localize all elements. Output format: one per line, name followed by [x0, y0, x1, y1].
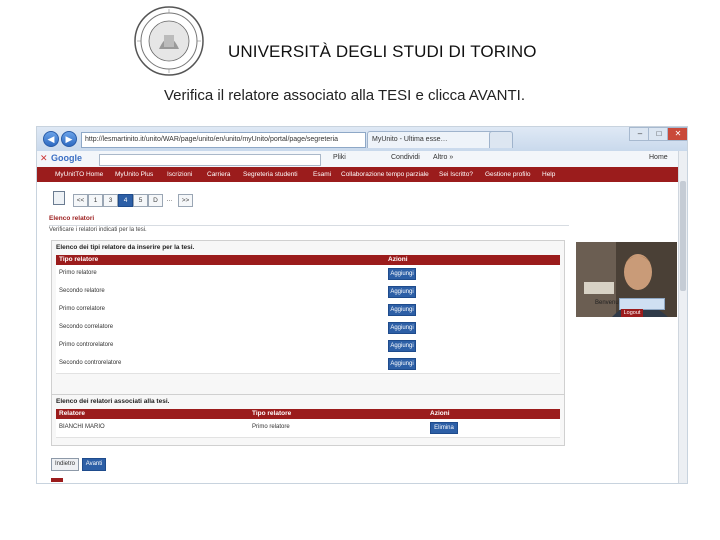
nav-item-collaborazione[interactable]: Collaborazione tempo parziale [341, 167, 429, 182]
tipo-relatore: Primo controrelatore [59, 342, 114, 348]
add-button[interactable]: Aggiungi [388, 322, 416, 334]
table-header: Relatore Tipo relatore Azioni [56, 409, 560, 419]
table-row: Primo relatore Aggiungi [56, 265, 560, 284]
tipo-relatore: Primo correlatore [59, 306, 106, 312]
delete-button[interactable]: Elimina [430, 422, 458, 434]
close-toolbar-icon[interactable]: ✕ [40, 153, 48, 164]
back-button[interactable]: Indietro [51, 458, 79, 471]
pager-page-1[interactable]: 1 [88, 194, 103, 207]
panel-title: Elenco dei tipi relatore da inserire per… [56, 244, 195, 251]
university-seal-logo [134, 6, 204, 76]
new-tab-button[interactable] [489, 131, 513, 148]
column-header: Tipo relatore [59, 256, 99, 263]
nav-item-home[interactable]: MyUnitTO Home [55, 167, 103, 182]
browser-screenshot: ◀ ▶ http://lesmartinito.it/unito/WAR/pag… [36, 126, 688, 484]
column-header: Azioni [388, 256, 408, 263]
table-row: BIANCHI MARIO Primo relatore Elimina [56, 419, 560, 438]
section-description: Verificare i relatori indicati per la te… [49, 227, 147, 233]
table-row: Primo correlatore Aggiungi [56, 301, 560, 320]
menu-home[interactable]: Home [649, 154, 668, 161]
table-row: Primo controrelatore Aggiungi [56, 337, 560, 356]
next-button[interactable]: Avanti [82, 458, 106, 471]
table-header: Tipo relatore Azioni [56, 255, 560, 265]
add-button[interactable]: Aggiungi [388, 268, 416, 280]
pager-first[interactable]: << [73, 194, 88, 207]
add-button[interactable]: Aggiungi [388, 286, 416, 298]
column-header: Relatore [59, 410, 86, 417]
table-row: Secondo correlatore Aggiungi [56, 319, 560, 338]
toolbar-item[interactable]: Altro » [433, 154, 453, 161]
browser-address-bar: ◀ ▶ http://lesmartinito.it/unito/WAR/pag… [37, 127, 687, 152]
tipo-relatore: Secondo correlatore [59, 324, 114, 330]
site-navigation: MyUnitTO Home MyUnito Plus Iscrizioni Ca… [37, 167, 687, 182]
section-title: Elenco relatori [49, 215, 95, 222]
pager-page-d[interactable]: D [148, 194, 163, 207]
divider [49, 225, 569, 226]
pager-last[interactable]: >> [178, 194, 193, 207]
nav-item-carriera[interactable]: Carriera [207, 167, 230, 182]
associated-relators-panel: Elenco dei relatori associati alla tesi.… [51, 394, 565, 446]
tipo-relatore: Primo relatore [59, 270, 97, 276]
pager-page-4[interactable]: 4 [118, 194, 133, 207]
table-row: Secondo relatore Aggiungi [56, 283, 560, 302]
browser-tab-active[interactable]: MyUnito - Ultima esse… [367, 131, 497, 148]
nav-item-plus[interactable]: MyUnito Plus [115, 167, 153, 182]
pager-page-3[interactable]: 3 [103, 194, 118, 207]
tipo-relatore: Secondo relatore [59, 288, 105, 294]
document-icon [53, 191, 65, 205]
nav-item-sei-iscritto[interactable]: Sei Iscritto? [439, 167, 473, 182]
column-header: Azioni [430, 410, 450, 417]
table-row: Secondo controrelatore Aggiungi [56, 355, 560, 374]
scrollbar-thumb[interactable] [680, 181, 686, 291]
instruction-text: Verifica il relatore associato alla TESI… [164, 87, 525, 104]
back-arrow-icon[interactable]: ◀ [43, 131, 59, 147]
logout-button[interactable]: Logout [621, 309, 643, 317]
nav-item-esami[interactable]: Esami [313, 167, 331, 182]
university-title: UNIVERSITÀ DEGLI STUDI DI TORINO [228, 42, 537, 61]
tipo-relatore: Secondo controrelatore [59, 360, 122, 366]
panel-title: Elenco dei relatori associati alla tesi. [56, 398, 170, 405]
vertical-scrollbar[interactable] [678, 151, 687, 483]
footer-mark [51, 478, 63, 482]
pager-ellipsis: ... [166, 196, 173, 203]
add-button[interactable]: Aggiungi [388, 340, 416, 352]
tipo-relatore: Primo relatore [252, 424, 290, 430]
forward-arrow-icon[interactable]: ▶ [61, 131, 77, 147]
add-button[interactable]: Aggiungi [388, 358, 416, 370]
nav-item-iscrizioni[interactable]: Iscrizioni [167, 167, 192, 182]
relatore-name: BIANCHI MARIO [59, 424, 105, 430]
column-header: Tipo relatore [252, 410, 292, 417]
google-search-input[interactable] [99, 154, 321, 166]
nav-item-help[interactable]: Help [542, 167, 555, 182]
toolbar-item[interactable]: Condividi [391, 154, 420, 161]
nav-item-segreteria[interactable]: Segreteria studenti [243, 167, 298, 182]
nav-item-profilo[interactable]: Gestione profilo [485, 167, 531, 182]
google-logo: Google [51, 153, 82, 163]
close-icon[interactable]: ✕ [667, 127, 687, 141]
add-button[interactable]: Aggiungi [388, 304, 416, 316]
url-field[interactable]: http://lesmartinito.it/unito/WAR/page/un… [81, 132, 366, 148]
toolbar-item[interactable]: Pliki [333, 154, 346, 161]
page-content: << 1 3 4 5 D ... >> Elenco relatori Veri… [37, 182, 687, 483]
search-toolbar: ✕ Google Pliki Condividi Altro » Home [37, 151, 687, 168]
pager-page-5[interactable]: 5 [133, 194, 148, 207]
